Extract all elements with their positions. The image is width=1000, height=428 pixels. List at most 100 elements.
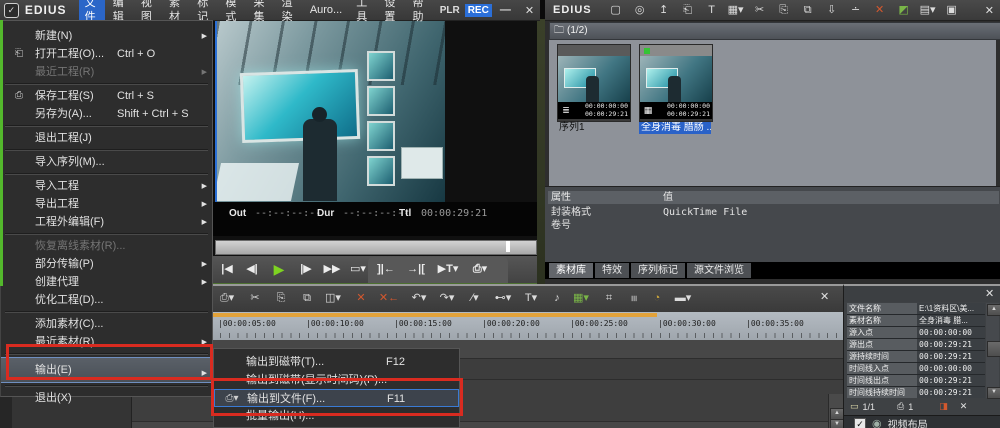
scrubber-position-marker[interactable] [506,241,510,252]
menu-settings[interactable]: 设置 [378,0,404,26]
clip-name[interactable]: 序列1 [557,122,587,134]
video-laptop [401,147,443,179]
close-button[interactable]: ✕ [519,4,540,17]
ripple-delete-icon[interactable]: ✕← [378,289,400,308]
minimize-button[interactable]: — [494,4,517,16]
export-button[interactable]: ⎙▾ [467,259,493,279]
layout-icon[interactable]: ▬▾ [672,289,694,308]
video-small-monitor [367,51,395,81]
view-mode-icon[interactable]: ▤▾ [916,1,940,19]
redo-icon[interactable]: ↷▾ [436,289,458,308]
bin-clip-video[interactable]: ▦ 00:00:00:00 00:00:29:21 [639,44,713,122]
menu-item-save-project[interactable]: ⎙ 保存工程(S) Ctrl + S [1,87,212,105]
folder-icon[interactable]: ▢ [604,1,628,19]
search-icon[interactable]: ◎ [628,1,652,19]
menu-item-add-clip[interactable]: 添加素材(C)... [1,315,212,333]
menu-item-save-as[interactable]: 另存为(A)... Shift + Ctrl + S [1,105,212,123]
bin-clip-sequence[interactable]: ≣ 00:00:00:00 00:00:29:21 [557,44,631,122]
menu-item-exit[interactable]: 退出(X) [1,389,212,407]
delete-icon[interactable]: ✕ [350,289,372,308]
clip-name-selected[interactable]: 全身消毒 腊肠 ... [639,122,711,134]
fast-forward-button[interactable]: ▶▶ [319,259,345,279]
properties-icon[interactable]: ◩ [892,1,916,19]
menu-item-create-proxy[interactable]: 创建代理 ▶ [1,273,212,291]
menu-aurora[interactable]: Auro... [304,1,348,19]
scroll-up-button[interactable]: ▲ [987,304,1000,316]
title-icon[interactable]: T [700,1,724,19]
video-small-monitor [367,86,395,116]
menu-item-import-sequence[interactable]: 导入序列(M)... [1,153,212,171]
up-folder-icon[interactable]: ↥ [652,1,676,19]
cut-icon[interactable]: ✂ [244,289,266,308]
paste-icon[interactable]: ⧉ [296,289,318,308]
checkbox-checked[interactable]: ✓ [854,417,866,428]
info-label: 素材名称 [847,315,917,326]
capture-icon[interactable]: ▦▾ [724,1,748,19]
toolbox-icon[interactable]: ▣ [940,1,964,19]
insert-between-icon[interactable]: ◫▾ [322,289,344,308]
scroll-thumb[interactable] [987,341,1000,357]
capture-icon[interactable]: ▦▾ [570,289,592,308]
trim-mode-icon[interactable]: ∕▾ [464,289,486,308]
ruler-tick: |00:00:15:00 [394,319,452,328]
menu-item-export-to-tape[interactable]: 输出到磁带(T)... F12 [214,353,459,371]
scrubber-bar[interactable] [215,240,537,255]
tab-material-library[interactable]: 素材库 [549,263,593,278]
scroll-down-button[interactable]: ▼ [830,419,844,428]
paste-icon[interactable]: ⧉ [796,1,820,19]
menu-capture[interactable]: 采集 [248,0,274,26]
title-icon[interactable]: T▾ [520,289,542,308]
add-clip-icon[interactable]: ∸ [844,1,868,19]
go-to-start-button[interactable]: |◀ [216,259,238,279]
menu-item-edit-outside-project[interactable]: 工程外编辑(F) ▶ [1,213,212,231]
save-icon[interactable]: ⎙▾ [216,289,238,308]
next-frame-button[interactable]: |▶ [295,259,317,279]
match-frame-icon[interactable]: ⊷▾ [492,289,514,308]
play-button[interactable]: ▶ [267,259,291,279]
info-row: 源持续时间 00:00:29:21 [847,351,985,362]
copy-icon[interactable]: ⎘ [772,1,796,19]
timeline-close-button[interactable]: ✕ [820,290,829,303]
clear-icon[interactable]: ✕ [960,401,968,412]
menu-help[interactable]: 帮助 [407,0,433,26]
tab-sequence-markers[interactable]: 序列标记 [631,263,685,278]
info-row: 文件名称 E:\1资料区\美... [847,303,985,314]
play-around-cursor-button[interactable]: ▶T▾ [433,259,463,279]
voiceover-icon[interactable]: ♪ [546,289,568,308]
info-close-button[interactable]: ✕ [985,287,994,300]
delete-icon[interactable]: ✕ [868,1,892,19]
menu-render[interactable]: 渲染 [276,0,302,26]
scroll-down-button[interactable]: ▼ [987,387,1000,399]
tab-effects[interactable]: 特效 [595,263,629,278]
info-scrollbar[interactable]: ▲ ▼ [986,303,1000,399]
info-row: 时间线出点 00:00:29:21 [847,375,985,386]
set-in-point-button[interactable]: ]|← [373,259,399,279]
menu-item-export-project[interactable]: 导出工程 ▶ [1,195,212,213]
display-mode-button[interactable]: ▭▾ [347,259,369,279]
grid-icon[interactable]: ⌗ [598,289,620,308]
menu-item-close-project[interactable]: 退出工程(J) [1,129,212,147]
menu-item-partial-transfer[interactable]: 部分传输(P) ▶ [1,255,212,273]
bin-properties-panel: 属性 值 封装格式 QuickTime File 卷号 [545,186,1000,263]
undo-icon[interactable]: ↶▾ [408,289,430,308]
tab-source-browser[interactable]: 源文件浏览 [687,263,751,278]
menu-tools[interactable]: 工具 [350,0,376,26]
color-icon[interactable]: ◔ [646,289,668,308]
timeline-vertical-scrollbar[interactable]: ▲ ▼ ▲ ▼ [828,394,844,428]
set-out-point-button[interactable]: →|[ [403,259,429,279]
menu-mode[interactable]: 模式 [219,0,245,26]
menu-item-new[interactable]: 新建(N) ▶ [1,27,212,45]
menu-item-import-project[interactable]: 导入工程 ▶ [1,177,212,195]
open-icon[interactable]: ⎗ [676,1,700,19]
mixer-icon[interactable]: ≡ [624,288,643,310]
send-to-timeline-icon[interactable]: ⇩ [820,1,844,19]
previous-frame-button[interactable]: ◀| [241,259,263,279]
bin-close-button[interactable]: ✕ [979,4,1000,17]
menu-item-open-project[interactable]: ⎗ 打开工程(O)... Ctrl + O [1,45,212,63]
cut-icon[interactable]: ✂ [748,1,772,19]
menu-item-consolidate-project[interactable]: 优化工程(D)... [1,291,212,309]
video-layout-label[interactable]: 视频布局 [888,416,928,428]
copy-icon[interactable]: ⎘ [270,289,292,308]
bin-folder-bar[interactable]: 🗀 (1/2) [549,22,1000,40]
clapper-icon[interactable]: ◨ [939,401,948,412]
